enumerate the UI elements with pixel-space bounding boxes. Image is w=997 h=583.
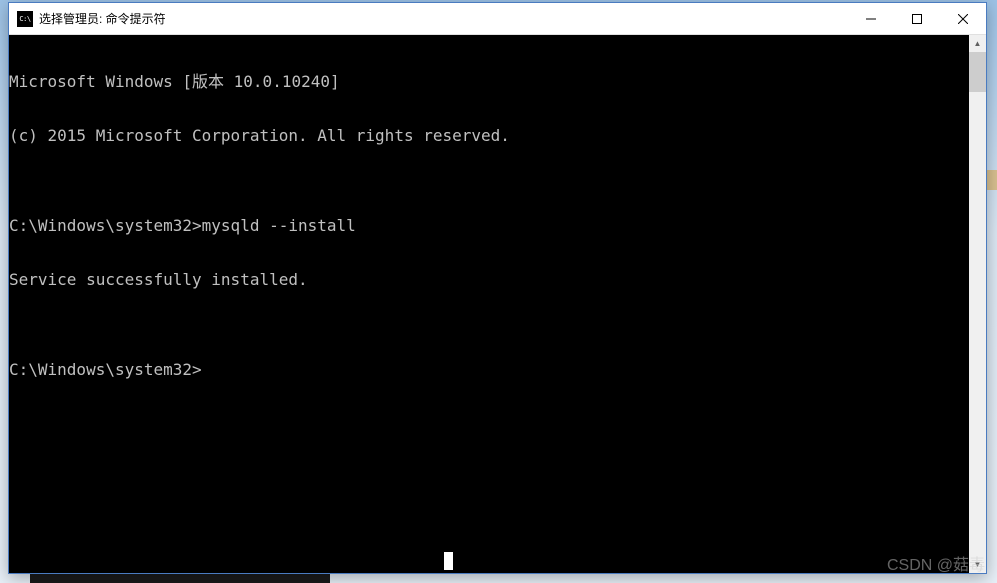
background-taskbar-fragment (30, 573, 330, 583)
background-fragment (987, 170, 997, 190)
console-line: C:\Windows\system32>mysqld --install (9, 217, 969, 235)
cmd-icon: C:\ (17, 11, 33, 27)
vertical-scrollbar[interactable]: ▲ ▼ (969, 35, 986, 573)
scroll-down-arrow-icon[interactable]: ▼ (969, 556, 986, 573)
window-title: 选择管理员: 命令提示符 (39, 10, 848, 27)
console-line: Microsoft Windows [版本 10.0.10240] (9, 73, 969, 91)
scrollbar-track[interactable] (969, 52, 986, 556)
console-line: Service successfully installed. (9, 271, 969, 289)
console-line: C:\Windows\system32> (9, 361, 969, 379)
command-prompt-window: C:\ 选择管理员: 命令提示符 Microsoft Windows [版本 1… (8, 2, 987, 574)
text-cursor (444, 552, 453, 570)
console-line: (c) 2015 Microsoft Corporation. All righ… (9, 127, 969, 145)
window-controls (848, 3, 986, 34)
maximize-button[interactable] (894, 3, 940, 34)
console-area: Microsoft Windows [版本 10.0.10240] (c) 20… (9, 35, 986, 573)
minimize-button[interactable] (848, 3, 894, 34)
scroll-up-arrow-icon[interactable]: ▲ (969, 35, 986, 52)
close-button[interactable] (940, 3, 986, 34)
titlebar[interactable]: C:\ 选择管理员: 命令提示符 (9, 3, 986, 35)
console-output[interactable]: Microsoft Windows [版本 10.0.10240] (c) 20… (9, 35, 969, 573)
scrollbar-thumb[interactable] (969, 52, 986, 92)
